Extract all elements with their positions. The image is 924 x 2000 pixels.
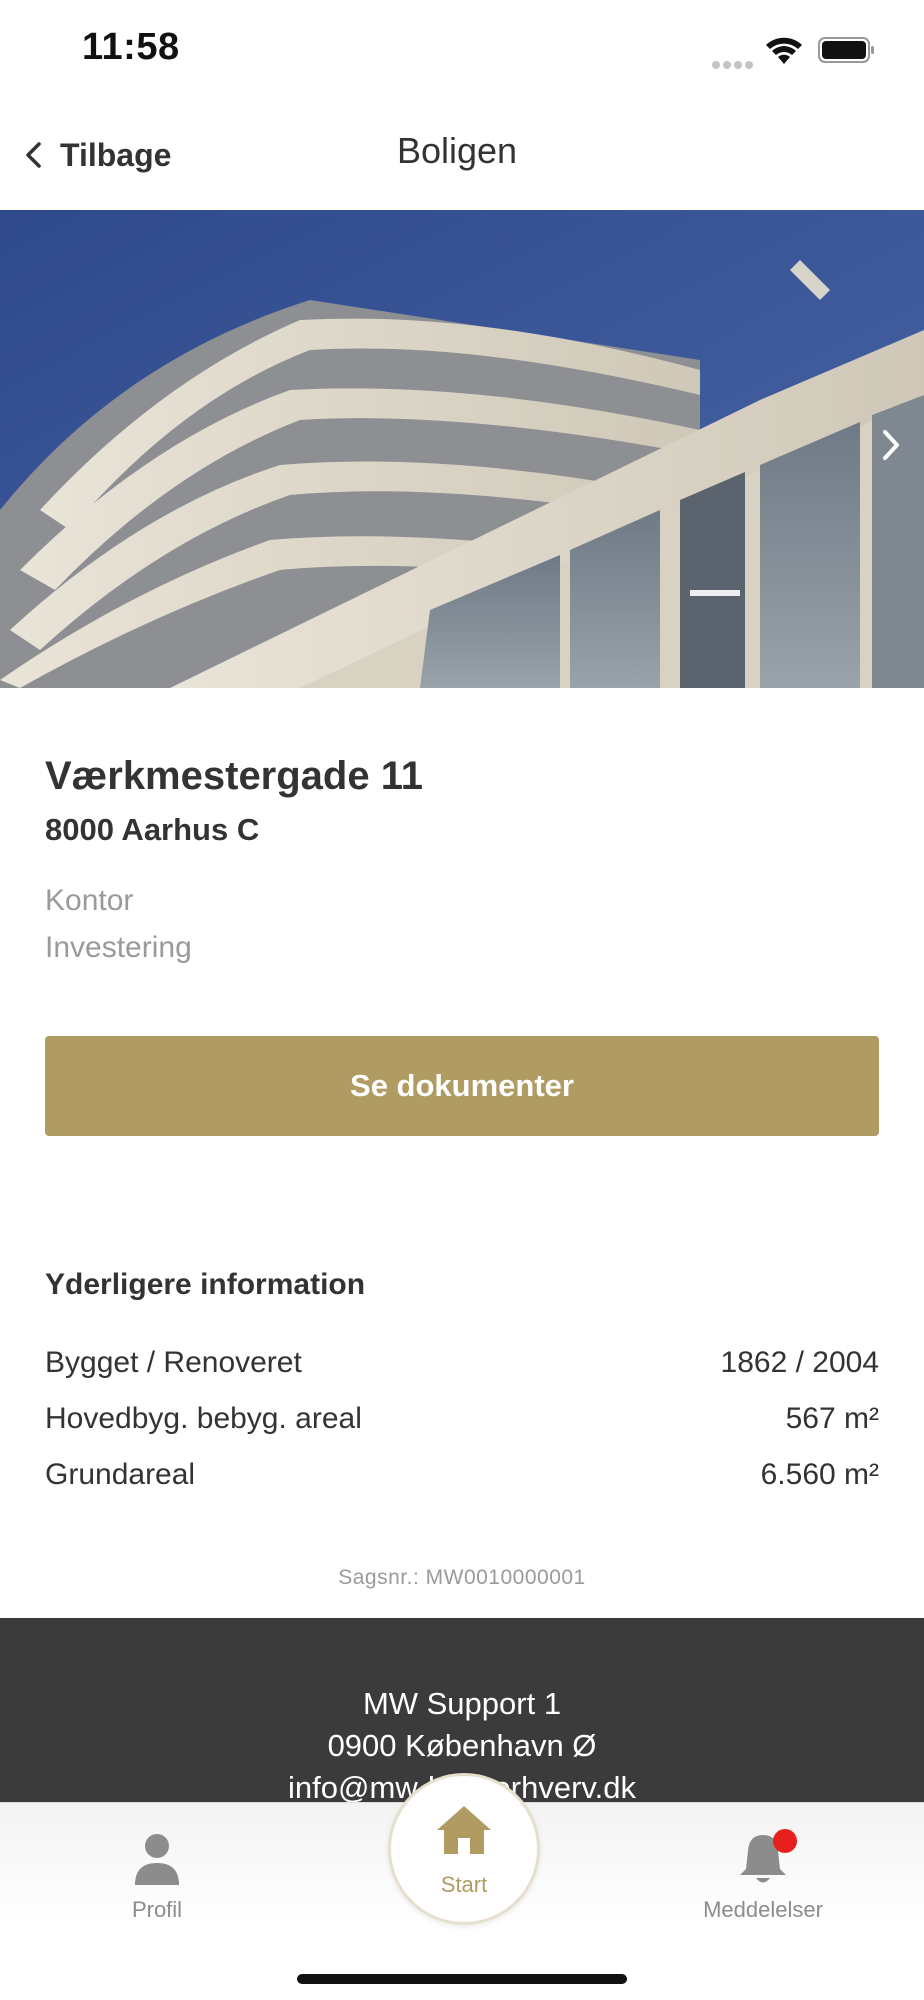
property-category: Kontor xyxy=(45,884,134,917)
info-row-value: 1862 / 2004 xyxy=(720,1346,879,1379)
info-section-title: Yderligere information xyxy=(45,1268,366,1301)
notification-badge xyxy=(773,1829,797,1853)
info-row: Bygget / Renoveret 1862 / 2004 xyxy=(45,1346,879,1390)
info-row-value: 6.560 m² xyxy=(760,1458,879,1491)
nav-header: Tilbage Boligen xyxy=(0,100,924,210)
status-time: 11:58 xyxy=(82,26,180,68)
person-icon xyxy=(135,1834,179,1885)
property-city: 8000 Aarhus C xyxy=(45,812,260,847)
property-detail-screen: 11:58 Tilbage Boligen Værkmestergade 11 … xyxy=(0,0,924,2000)
tab-start-label: Start xyxy=(440,1872,488,1897)
tab-profile[interactable]: Profil xyxy=(57,1821,257,1931)
info-row-label: Grundareal xyxy=(45,1458,196,1491)
info-row-label: Hovedbyg. bebyg. areal xyxy=(45,1402,362,1435)
info-row: Hovedbyg. bebyg. areal 567 m² xyxy=(45,1402,879,1446)
info-row: Grundareal 6.560 m² xyxy=(45,1458,879,1502)
tab-start[interactable]: Start xyxy=(388,1773,540,1925)
cellular-signal-icon xyxy=(712,56,756,69)
wifi-icon xyxy=(766,37,802,64)
tab-notifications-label: Meddelelser xyxy=(703,1897,823,1922)
property-street: Værkmestergade 11 xyxy=(45,754,424,798)
info-row-value: 567 m² xyxy=(785,1402,879,1435)
info-row-label: Bygget / Renoveret xyxy=(45,1346,302,1379)
footer-address: 0900 København Ø xyxy=(327,1728,597,1763)
home-icon xyxy=(437,1806,491,1854)
page-title: Boligen xyxy=(396,130,518,171)
battery-icon xyxy=(818,37,874,63)
footer-company: MW Support 1 xyxy=(362,1686,562,1721)
chevron-right-icon[interactable] xyxy=(876,420,906,470)
property-photo xyxy=(0,210,924,688)
tab-profile-label: Profil xyxy=(131,1897,183,1922)
tab-notifications[interactable]: Meddelelser xyxy=(663,1821,863,1931)
property-category: Investering xyxy=(45,931,192,964)
tab-bar: Profil Start Meddelelser xyxy=(0,1773,924,2000)
see-documents-button[interactable]: Se dokumenter xyxy=(45,1036,879,1136)
case-number: Sagsnr.: MW0010000001 xyxy=(338,1566,586,1589)
status-bar: 11:58 xyxy=(0,0,924,100)
home-indicator[interactable] xyxy=(297,1974,627,1984)
property-photo-carousel[interactable] xyxy=(0,210,924,688)
